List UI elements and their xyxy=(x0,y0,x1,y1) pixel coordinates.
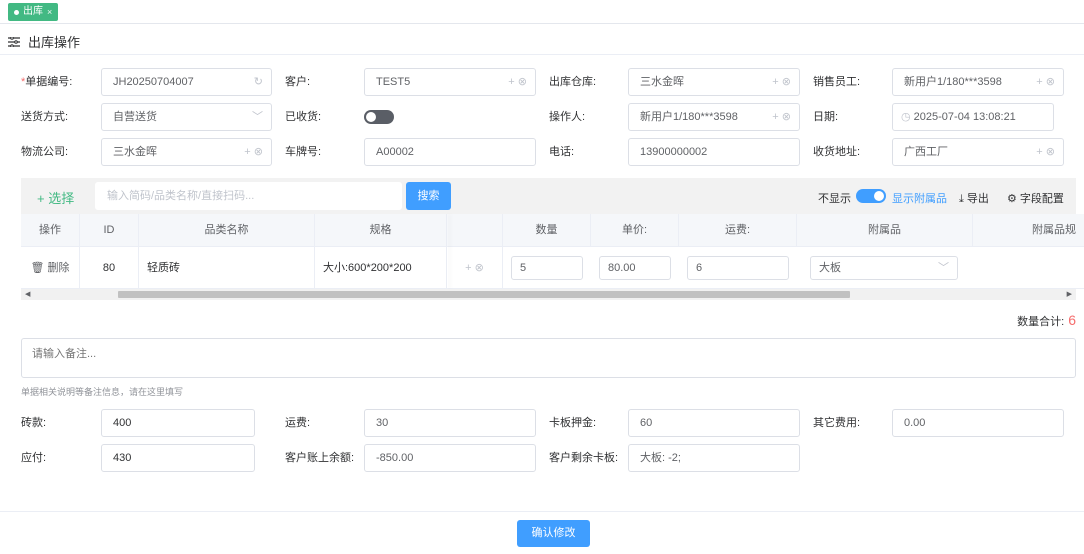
qty-input[interactable]: 5 xyxy=(511,256,583,280)
divider xyxy=(0,54,1084,55)
brick-label: 砖款: xyxy=(21,417,47,429)
date-picker[interactable]: ◷ 2025-07-04 13:08:21 xyxy=(892,103,1054,131)
note-textarea[interactable] xyxy=(21,338,1076,378)
freight-input[interactable]: 6 xyxy=(687,256,789,280)
order-no-label: *单据编号: xyxy=(21,76,73,88)
payable-label: 应付: xyxy=(21,452,47,464)
fee-freight-field[interactable]: 30 xyxy=(364,409,536,437)
logistics-label: 物流公司: xyxy=(21,146,69,158)
quantity-total: 数量合计: 6 xyxy=(1017,312,1076,328)
scrollbar-thumb[interactable] xyxy=(118,291,850,298)
search-button[interactable]: 搜索 xyxy=(406,182,451,210)
row-name: 轻质砖 xyxy=(139,247,315,289)
col-header: 操作 xyxy=(21,214,80,246)
delivery-select[interactable]: 自营送货 ﹀ xyxy=(101,103,272,131)
remaining-pallet-label: 客户剩余卡板: xyxy=(549,452,619,464)
plate-field[interactable]: A00002 xyxy=(364,138,536,166)
col-header: 单价: xyxy=(591,214,679,246)
refresh-icon[interactable]: ↻ xyxy=(254,69,263,95)
scroll-right-icon[interactable]: ▶ xyxy=(1067,290,1072,298)
page-title: 出库操作 xyxy=(8,32,80,51)
order-no-field[interactable]: JH20250704007 ↻ xyxy=(101,68,272,96)
salesperson-field[interactable]: 新用户1/180***3598 + ⊗ xyxy=(892,68,1064,96)
add-clear-icon[interactable]: + ⊗ xyxy=(1036,69,1055,95)
col-header xyxy=(447,214,503,246)
add-clear-icon[interactable]: + ⊗ xyxy=(244,139,263,165)
phone-label: 电话: xyxy=(549,146,575,158)
clock-icon: ◷ xyxy=(901,111,914,123)
row-spec: 大小:600*200*200 xyxy=(315,247,447,289)
col-header: ID xyxy=(80,214,139,246)
tab-outbound[interactable]: 出库 × xyxy=(8,3,59,21)
hide-label: 不显示 xyxy=(818,193,851,205)
payable-field[interactable]: 430 xyxy=(101,444,255,472)
delete-button[interactable]: 🗑 删除 xyxy=(21,247,80,289)
tab-bar: 出库 × xyxy=(0,0,1084,24)
warehouse-label: 出库仓库: xyxy=(549,76,597,88)
address-field[interactable]: 广西工厂 + ⊗ xyxy=(892,138,1064,166)
balance-label: 客户账上余额: xyxy=(285,452,355,464)
footer-divider xyxy=(0,511,1084,512)
chevron-down-icon: ﹀ xyxy=(938,262,949,274)
plate-label: 车牌号: xyxy=(285,146,322,158)
received-label: 已收货: xyxy=(285,111,322,123)
show-accessory-toggle[interactable] xyxy=(856,189,886,203)
row-id: 80 xyxy=(80,247,139,289)
add-clear-icon[interactable]: + ⊗ xyxy=(772,69,791,95)
col-header: 规格 xyxy=(315,214,447,246)
search-input[interactable]: 输入简码/品类名称/直接扫码... xyxy=(95,182,402,210)
scroll-left-icon[interactable]: ◀ xyxy=(25,290,30,298)
brick-field[interactable]: 400 xyxy=(101,409,255,437)
col-header: 运费: xyxy=(679,214,797,246)
export-button[interactable]: ⤓ 导出 xyxy=(959,190,989,206)
horizontal-scrollbar[interactable]: ◀ ▶ xyxy=(21,289,1076,300)
pallet-deposit-field[interactable]: 60 xyxy=(628,409,800,437)
fee-freight-label: 运费: xyxy=(285,417,311,429)
field-config-button[interactable]: ⚙ 字段配置 xyxy=(1007,190,1064,206)
other-fee-field[interactable]: 0.00 xyxy=(892,409,1064,437)
download-icon: ⤓ xyxy=(959,193,967,205)
fixed-column-shadow xyxy=(447,214,448,289)
delivery-label: 送货方式: xyxy=(21,111,69,123)
show-accessory-label: 显示附属品 xyxy=(892,193,947,205)
accessory-select[interactable]: 大板 ﹀ xyxy=(810,256,958,280)
col-header: 附属品规 xyxy=(1032,224,1076,236)
address-label: 收货地址: xyxy=(813,146,861,158)
received-toggle[interactable] xyxy=(364,110,394,124)
warehouse-field[interactable]: 三水金晖 + ⊗ xyxy=(628,68,800,96)
balance-field: -850.00 xyxy=(364,444,536,472)
customer-field[interactable]: TEST5 + ⊗ xyxy=(364,68,536,96)
row-add-clear-icon[interactable]: + ⊗ xyxy=(447,247,503,289)
pallet-deposit-label: 卡板押金: xyxy=(549,417,597,429)
active-dot-icon xyxy=(14,9,19,15)
col-header: 品类名称 xyxy=(139,214,315,246)
salesperson-label: 销售员工: xyxy=(813,76,861,88)
gear-icon: ⚙ xyxy=(1007,193,1020,205)
trash-icon: 🗑 xyxy=(30,262,48,274)
filter-icon xyxy=(8,36,20,47)
price-input[interactable]: 80.00 xyxy=(599,256,671,280)
col-header: 附属品 xyxy=(797,214,973,246)
phone-field[interactable]: 13900000002 xyxy=(628,138,800,166)
operator-label: 操作人: xyxy=(549,111,586,123)
add-clear-icon[interactable]: + ⊗ xyxy=(1036,139,1055,165)
col-header: 数量 xyxy=(503,214,591,246)
tab-label: 出库 xyxy=(23,6,43,17)
logistics-field[interactable]: 三水金晖 + ⊗ xyxy=(101,138,272,166)
date-label: 日期: xyxy=(813,111,839,123)
operator-field[interactable]: 新用户1/180***3598 + ⊗ xyxy=(628,103,800,131)
note-hint: 单据相关说明等备注信息，请在这里填写 xyxy=(21,387,184,397)
add-clear-icon[interactable]: + ⊗ xyxy=(508,69,527,95)
customer-label: 客户: xyxy=(285,76,311,88)
add-clear-icon[interactable]: + ⊗ xyxy=(772,104,791,130)
page-title-text: 出库操作 xyxy=(28,35,81,50)
other-fee-label: 其它费用: xyxy=(813,417,861,429)
chevron-down-icon: ﹀ xyxy=(252,111,263,123)
remaining-pallet-field: 大板: -2; xyxy=(628,444,800,472)
close-icon[interactable]: × xyxy=(47,3,52,21)
confirm-button[interactable]: 确认修改 xyxy=(517,520,590,547)
select-button[interactable]: + 选择 xyxy=(37,188,74,207)
